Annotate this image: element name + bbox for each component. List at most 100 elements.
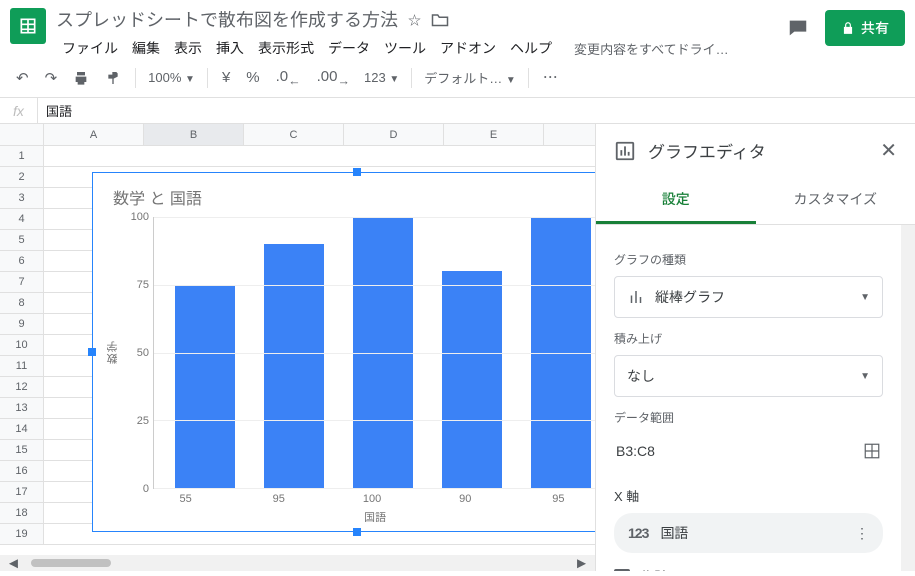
x-axis-label: 国語 [103,505,595,527]
chart-title: 数学 と 国語 [113,185,595,209]
data-range-label: データ範囲 [614,409,883,426]
select-all-corner[interactable] [0,124,44,145]
aggregate-label: 集計 [640,567,668,571]
more-toolbar-icon[interactable]: ⋯ [537,63,564,92]
resize-handle[interactable] [88,348,96,356]
y-tick: 50 [137,347,149,359]
chevron-down-icon: ▼ [860,371,870,382]
currency-button[interactable]: ¥ [216,65,236,90]
menu-edit[interactable]: 編集 [126,36,166,60]
col-header[interactable]: C [244,124,344,145]
row-header[interactable]: 16 [0,461,44,482]
row-header[interactable]: 10 [0,335,44,356]
zoom-select[interactable]: 100% ▼ [144,70,199,85]
col-header[interactable]: E [444,124,544,145]
more-vert-icon[interactable]: ⋮ [855,525,869,542]
row-header[interactable]: 17 [0,482,44,503]
share-button-label: 共有 [861,18,889,38]
row-header[interactable]: 3 [0,188,44,209]
chart-editor-icon [614,140,636,162]
chart-bar[interactable] [175,285,235,488]
cell-grid[interactable]: 数学 と 国語 数学 0255075100 55951009095 国語 [44,146,595,555]
col-header[interactable]: A [44,124,144,145]
formula-input[interactable]: 国語 [38,101,72,120]
chart-type-select[interactable]: 縦棒グラフ ▼ [614,276,883,318]
x-axis-chip[interactable]: 123 国語 ⋮ [614,513,883,553]
doc-title[interactable]: スプレッドシートで散布図を作成する方法 [56,6,398,32]
row-header[interactable]: 7 [0,272,44,293]
stacking-select[interactable]: なし ▼ [614,355,883,397]
paint-format-icon[interactable] [99,66,127,90]
close-icon[interactable]: ✕ [880,138,897,163]
sheets-logo [10,8,46,44]
redo-icon[interactable]: ↷ [39,65,64,91]
row-header[interactable]: 4 [0,209,44,230]
panel-scrollbar[interactable] [901,225,915,571]
row-header[interactable]: 13 [0,398,44,419]
x-axis-chip-value: 国語 [660,523,688,543]
x-axis-section-label: X 軸 [614,486,883,505]
x-tick: 55 [139,493,232,505]
row-header[interactable]: 5 [0,230,44,251]
undo-icon[interactable]: ↶ [10,65,35,91]
chart-bar[interactable] [442,271,502,488]
horizontal-scrollbar[interactable]: ◄ ► [0,555,595,571]
chart-type-label: グラフの種類 [614,251,883,268]
star-icon[interactable]: ☆ [408,10,421,29]
x-tick: 95 [232,493,325,505]
share-button[interactable]: 共有 [825,10,905,46]
y-axis-label: 数学 [103,217,123,489]
percent-button[interactable]: % [240,65,265,90]
menu-format[interactable]: 表示形式 [252,36,320,60]
row-header[interactable]: 15 [0,440,44,461]
toolbar: ↶ ↷ 100% ▼ ¥ % .0← .00→ 123 ▼ デフォルト… ▼ ⋯ [0,58,915,98]
x-tick: 100 [325,493,418,505]
row-header[interactable]: 9 [0,314,44,335]
chart-object[interactable]: 数学 と 国語 数学 0255075100 55951009095 国語 [92,172,595,532]
x-tick: 95 [512,493,595,505]
menu-help[interactable]: ヘルプ [504,36,558,60]
chart-bar[interactable] [264,244,324,488]
row-header[interactable]: 19 [0,524,44,545]
tab-setup[interactable]: 設定 [596,177,756,224]
select-range-icon[interactable] [863,442,881,460]
chart-type-value: 縦棒グラフ [655,287,725,307]
resize-handle[interactable] [353,168,361,176]
menu-addons[interactable]: アドオン [434,36,502,60]
move-to-folder-icon[interactable] [431,12,449,27]
scroll-left-icon[interactable]: ◄ [0,551,27,576]
comments-icon[interactable] [787,17,809,39]
chevron-down-icon: ▼ [860,292,870,303]
data-range-value[interactable]: B3:C8 [616,443,655,459]
row-header[interactable]: 18 [0,503,44,524]
fx-label: fx [0,98,38,123]
col-header[interactable]: D [344,124,444,145]
font-select[interactable]: デフォルト… ▼ [420,68,520,87]
tab-customize[interactable]: カスタマイズ [756,177,915,224]
print-icon[interactable] [67,66,95,90]
y-tick: 100 [131,211,149,223]
increase-decimal-button[interactable]: .00→ [311,64,356,92]
stacking-value: なし [627,366,655,386]
row-header[interactable]: 11 [0,356,44,377]
resize-handle[interactable] [353,528,361,536]
chart-editor-title: グラフエディタ [648,138,868,163]
row-header[interactable]: 8 [0,293,44,314]
row-header[interactable]: 6 [0,251,44,272]
number-format-select[interactable]: 123 ▼ [360,70,403,85]
menu-bar: ファイル 編集 表示 挿入 表示形式 データ ツール アドオン ヘルプ 変更内容… [56,36,787,60]
stacking-label: 積み上げ [614,330,883,347]
menu-view[interactable]: 表示 [168,36,208,60]
row-header[interactable]: 12 [0,377,44,398]
menu-tools[interactable]: ツール [378,36,432,60]
number-type-icon: 123 [628,525,648,541]
y-tick: 25 [137,415,149,427]
decrease-decimal-button[interactable]: .0← [270,64,307,92]
menu-insert[interactable]: 挿入 [210,36,250,60]
row-header[interactable]: 14 [0,419,44,440]
row-header[interactable]: 2 [0,167,44,188]
menu-data[interactable]: データ [322,36,376,60]
col-header[interactable]: B [144,124,244,145]
row-header[interactable]: 1 [0,146,44,167]
menu-file[interactable]: ファイル [56,36,124,60]
